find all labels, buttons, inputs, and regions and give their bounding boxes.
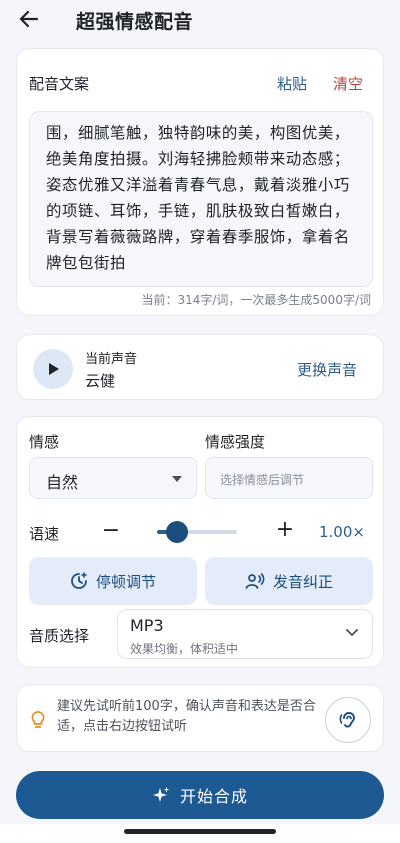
script-text: 围，细腻笔触，独特韵味的美，构图优美，绝美角度拍摄。刘海轻拂脸颊带来动态感；姿态… <box>46 124 350 272</box>
top-bar: 超强情感配音 <box>0 0 400 40</box>
timer-icon <box>71 572 87 589</box>
home-indicator <box>124 829 276 834</box>
play-icon <box>49 363 59 375</box>
speed-slider-thumb[interactable] <box>166 521 188 543</box>
paste-button[interactable]: 粘贴 <box>277 73 307 94</box>
quality-select[interactable]: MP3 效果均衡，体积适中 <box>117 609 373 659</box>
ear-icon <box>339 712 355 728</box>
speed-increase-button[interactable]: + <box>275 517 295 542</box>
script-heading: 配音文案 <box>29 75 90 93</box>
voice-card: 当前声音 云健 更换声音 <box>16 334 384 400</box>
current-voice-name: 云健 <box>85 372 116 390</box>
sparkle-icon <box>152 787 169 802</box>
speed-label: 语速 <box>29 525 60 543</box>
emotion-label: 情感 <box>29 433 60 451</box>
change-voice-button[interactable]: 更换声音 <box>297 359 357 380</box>
settings-card: 情感 情感强度 自然 选择情感后调节 语速 − + 1.00× 停顿调节 发音纠… <box>16 416 384 668</box>
speed-value: 1.00× <box>319 523 365 541</box>
tip-text: 建议先试听前100字，确认声音和表达是否合适，点击右边按钮试听 <box>57 699 316 734</box>
current-voice-label: 当前声音 <box>85 352 138 367</box>
page-title: 超强情感配音 <box>76 11 194 33</box>
voice-person-icon <box>245 573 265 589</box>
speed-decrease-button[interactable]: − <box>101 518 121 543</box>
lightbulb-icon <box>31 711 45 728</box>
start-synthesis-button[interactable]: 开始合成 <box>16 771 384 819</box>
pronunciation-correct-button[interactable]: 发音纠正 <box>205 557 373 605</box>
preview-listen-button[interactable] <box>325 697 371 743</box>
intensity-field[interactable]: 选择情感后调节 <box>205 457 373 499</box>
start-synthesis-label: 开始合成 <box>179 787 248 806</box>
quality-value: MP3 <box>130 616 164 635</box>
quality-description: 效果均衡，体积适中 <box>130 642 239 656</box>
emotion-value: 自然 <box>46 473 79 492</box>
pronunciation-correct-label: 发音纠正 <box>272 572 333 591</box>
quality-label: 音质选择 <box>29 627 90 645</box>
pause-adjust-label: 停顿调节 <box>95 572 156 591</box>
arrow-left-icon <box>19 10 39 28</box>
script-textarea[interactable]: 围，细腻笔触，独特韵味的美，构图优美，绝美角度拍摄。刘海轻拂脸颊带来动态感；姿态… <box>29 111 373 287</box>
clear-button[interactable]: 清空 <box>333 73 363 94</box>
character-count: 当前：314字/词，一次最多生成5000字/词 <box>141 293 371 307</box>
intensity-label: 情感强度 <box>205 433 266 451</box>
play-voice-button[interactable] <box>33 349 73 389</box>
script-card: 配音文案 粘贴 清空 围，细腻笔触，独特韵味的美，构图优美，绝美角度拍摄。刘海轻… <box>16 48 384 316</box>
caret-down-icon <box>172 476 182 482</box>
tip-card: 建议先试听前100字，确认声音和表达是否合适，点击右边按钮试听 <box>16 684 384 752</box>
emotion-select[interactable]: 自然 <box>29 457 197 499</box>
back-button[interactable] <box>16 6 42 32</box>
pause-adjust-button[interactable]: 停顿调节 <box>29 557 197 605</box>
intensity-placeholder: 选择情感后调节 <box>220 473 305 487</box>
chevron-down-icon <box>346 629 358 636</box>
